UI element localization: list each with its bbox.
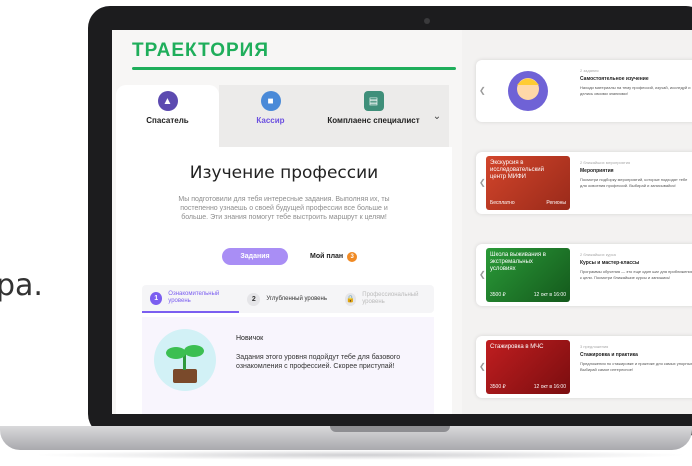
tasks-button[interactable]: Задания: [222, 248, 288, 265]
my-plan-badge: 3: [347, 251, 358, 262]
level-tab-intro[interactable]: 1 Ознакомительный уровень: [142, 285, 240, 313]
card-kicker: 2 ближайших мероприятия: [580, 160, 631, 165]
card-image: Стажировка в МЧС 3500 ₽ 12 окт в 16:00: [486, 340, 570, 394]
card-self-study[interactable]: ❮ 2 задания Самостоятельное изучение Нах…: [476, 60, 692, 122]
tab-label: Комплаенс специалист: [327, 116, 420, 125]
tab-label: Спасатель: [146, 116, 189, 125]
level-tab-advanced[interactable]: 2 Углубленный уровень: [239, 285, 336, 313]
card-title: Курсы и мастер-классы: [580, 260, 640, 266]
chevron-down-icon[interactable]: ⌄: [425, 85, 449, 147]
card-image: [486, 64, 570, 118]
card-meta: 12 окт в 16:00: [533, 292, 566, 298]
shield-icon: ▲: [157, 91, 178, 111]
register-icon: ■: [260, 91, 281, 111]
card-image: Экскурсия в исследовательский центр МИФИ…: [486, 156, 570, 210]
card-title: Самостоятельное изучение: [580, 76, 649, 82]
card-kicker: 2 задания: [580, 68, 599, 73]
card-image-caption: Школа выживания в экстремальных условиях: [490, 252, 546, 272]
card-meta: Регионы: [546, 200, 566, 206]
tab-rescuer[interactable]: ▲ Спасатель: [116, 85, 219, 147]
card-image-footer: 3500 ₽ 12 окт в 16:00: [490, 292, 566, 298]
right-panel: ❮ 2 задания Самостоятельное изучение Нах…: [470, 30, 692, 414]
sprout-icon: [154, 329, 216, 391]
level-number: 2: [247, 292, 261, 306]
camera-icon: [424, 18, 430, 24]
laptop-base-notch: [330, 426, 450, 432]
laptop-shadow: [30, 450, 690, 460]
level-label: Углубленный уровень: [266, 295, 327, 302]
level-description: Задания этого уровня подойдут тебе для б…: [236, 354, 401, 370]
document-icon: ▤: [363, 91, 384, 111]
page-description: Мы подготовили для тебя интересные задан…: [178, 196, 390, 221]
app-logo[interactable]: ТРАЕКТОРИЯ: [132, 40, 269, 62]
my-plan-link[interactable]: Мой план 3: [310, 248, 358, 265]
level-info-panel: Новичок Задания этого уровня подойдут те…: [142, 317, 434, 414]
card-text: Посмотри подборку мероприятий, которые п…: [580, 177, 688, 188]
card-courses[interactable]: ❮ Школа выживания в экстремальных услови…: [476, 244, 692, 306]
main-panel: ТРАЕКТОРИЯ ▲ Спасатель ■ Кассир ▤ Компла…: [112, 30, 462, 414]
laptop-screen: ТРАЕКТОРИЯ ▲ Спасатель ■ Кассир ▤ Компла…: [112, 30, 692, 414]
card-image-footer: 3500 ₽ 12 окт в 16:00: [490, 384, 566, 390]
tab-label: Кассир: [256, 116, 285, 125]
profession-tabs: ▲ Спасатель ■ Кассир ▤ Комплаенс специал…: [116, 85, 456, 147]
card-image-caption: Экскурсия в исследовательский центр МИФИ: [490, 160, 544, 180]
card-image-footer: Бесплатно Регионы: [490, 200, 566, 206]
my-plan-label: Мой план: [310, 253, 344, 260]
card-title: Мероприятия: [580, 168, 614, 174]
level-label: Профессиональный уровень: [362, 292, 419, 305]
stage: ра. ТРАЕКТОРИЯ ▲ Спасатель ■ Кассир ▤ Ко…: [0, 0, 692, 466]
card-kicker: 2 ближайших курса: [580, 252, 616, 257]
level-label: Ознакомительный уровень: [168, 291, 220, 304]
card-image: Школа выживания в экстремальных условиях…: [486, 248, 570, 302]
chevron-left-icon[interactable]: ❮: [479, 270, 486, 279]
chevron-left-icon[interactable]: ❮: [479, 86, 486, 95]
card-text: Находи материалы на тему профессий, изуч…: [580, 85, 691, 96]
card-text: Программы обучения — это еще один шаг дл…: [580, 269, 692, 280]
lock-icon: 🔒: [344, 292, 357, 306]
card-kicker: 3 предложения: [580, 344, 609, 349]
card-meta: 12 окт в 16:00: [533, 384, 566, 390]
card-image-caption: Стажировка в МЧС: [490, 344, 544, 350]
level-number: 1: [150, 291, 163, 305]
card-events[interactable]: ❮ Экскурсия в исследовательский центр МИ…: [476, 152, 692, 214]
level-tab-professional[interactable]: 🔒 Профессиональный уровень: [337, 285, 434, 313]
tab-cashier[interactable]: ■ Кассир: [219, 85, 322, 147]
card-price: 3500 ₽: [490, 384, 506, 390]
level-tabs: 1 Ознакомительный уровень 2 Углубленный …: [142, 285, 434, 313]
card-price: 3500 ₽: [490, 292, 506, 298]
page-title: Изучение профессии: [189, 163, 379, 183]
card-price: Бесплатно: [490, 200, 515, 206]
level-title: Новичок: [236, 335, 264, 342]
chevron-left-icon[interactable]: ❮: [479, 178, 486, 187]
background-text-fragment: ра.: [0, 268, 43, 303]
chevron-left-icon[interactable]: ❮: [479, 362, 486, 371]
logo-underline: [132, 67, 456, 70]
card-title: Стажировка и практика: [580, 352, 638, 358]
card-text: Предложения по стажировке и практике для…: [580, 361, 692, 372]
profession-card: Изучение профессии Мы подготовили для те…: [116, 147, 452, 414]
tab-compliance-specialist[interactable]: ▤ Комплаенс специалист: [322, 85, 425, 147]
card-internship[interactable]: ❮ Стажировка в МЧС 3500 ₽ 12 окт в 16:00…: [476, 336, 692, 398]
